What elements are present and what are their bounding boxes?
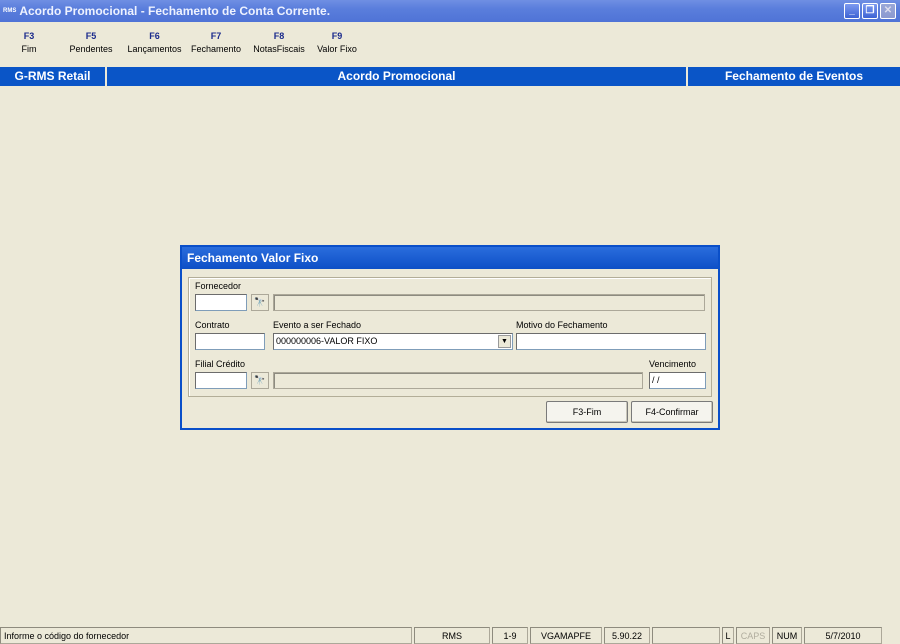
- band-module: Acordo Promocional: [337, 69, 456, 83]
- status-num: NUM: [772, 627, 802, 644]
- evento-select[interactable]: 000000006-VALOR FIXO ▼: [273, 333, 513, 350]
- restore-button[interactable]: ❐: [862, 3, 878, 19]
- header-band: G-RMS Retail Acordo Promocional Fechamen…: [0, 67, 900, 86]
- fkey-f5-pendentes[interactable]: F5 Pendentes: [58, 29, 124, 63]
- close-button[interactable]: ✕: [880, 3, 896, 19]
- fornecedor-input[interactable]: [195, 294, 247, 311]
- status-empty-panel: [652, 627, 720, 644]
- confirmar-button[interactable]: F4-Confirmar: [631, 401, 713, 423]
- evento-selected-value: 000000006-VALOR FIXO: [276, 336, 378, 346]
- fornecedor-description: [273, 294, 705, 311]
- band-function: Fechamento de Eventos: [724, 69, 864, 83]
- fkey-f9-valor-fixo[interactable]: F9 Valor Fixo: [311, 29, 363, 63]
- app-icon: RMS: [3, 8, 17, 14]
- dialog-title: Fechamento Valor Fixo: [182, 247, 718, 269]
- window-controls: _ ❐ ✕: [844, 3, 896, 19]
- band-product: G-RMS Retail: [14, 69, 91, 83]
- minimize-button[interactable]: _: [844, 3, 860, 19]
- status-caps: CAPS: [736, 627, 770, 644]
- fim-button[interactable]: F3-Fim: [546, 401, 628, 423]
- status-system: RMS: [414, 627, 490, 644]
- form-frame: Fornecedor 🔭 Contrato Evento a ser Fecha…: [188, 277, 712, 397]
- vencimento-input[interactable]: / /: [649, 372, 706, 389]
- contrato-label: Contrato: [195, 320, 230, 330]
- fkey-f7-fechamento[interactable]: F7 Fechamento: [185, 29, 247, 63]
- status-version: 5.90.22: [604, 627, 650, 644]
- window-title: Acordo Promocional - Fechamento de Conta…: [19, 4, 331, 18]
- status-message: Informe o código do fornecedor: [0, 627, 412, 644]
- function-key-toolbar: F3 Fim F5 Pendentes F6 Lançamentos F7 Fe…: [0, 29, 363, 63]
- fkey-f6-lancamentos[interactable]: F6 Lançamentos: [124, 29, 185, 63]
- contrato-input[interactable]: [195, 333, 265, 350]
- fornecedor-search-icon[interactable]: 🔭: [251, 294, 269, 311]
- vencimento-label: Vencimento: [649, 359, 697, 369]
- fornecedor-label: Fornecedor: [195, 281, 242, 291]
- filial-credito-input[interactable]: [195, 372, 247, 389]
- fkey-f8-notasfiscais[interactable]: F8 NotasFiscais: [247, 29, 311, 63]
- chevron-down-icon[interactable]: ▼: [498, 335, 511, 348]
- status-range: 1-9: [492, 627, 528, 644]
- filial-credito-label: Filial Crédito: [195, 359, 246, 369]
- status-program: VGAMAPFE: [530, 627, 602, 644]
- status-bar: Informe o código do fornecedor RMS 1-9 V…: [0, 627, 900, 644]
- status-date: 5/7/2010: [804, 627, 882, 644]
- motivo-input[interactable]: [516, 333, 706, 350]
- status-lock: L: [722, 627, 734, 644]
- fechamento-valor-fixo-dialog: Fechamento Valor Fixo Fornecedor 🔭 Contr…: [180, 245, 720, 430]
- evento-label: Evento a ser Fechado: [273, 320, 362, 330]
- filial-search-icon[interactable]: 🔭: [251, 372, 269, 389]
- fkey-f3-fim[interactable]: F3 Fim: [0, 29, 58, 63]
- filial-description: [273, 372, 643, 389]
- title-bar: RMS Acordo Promocional - Fechamento de C…: [0, 0, 900, 22]
- motivo-label: Motivo do Fechamento: [516, 320, 608, 330]
